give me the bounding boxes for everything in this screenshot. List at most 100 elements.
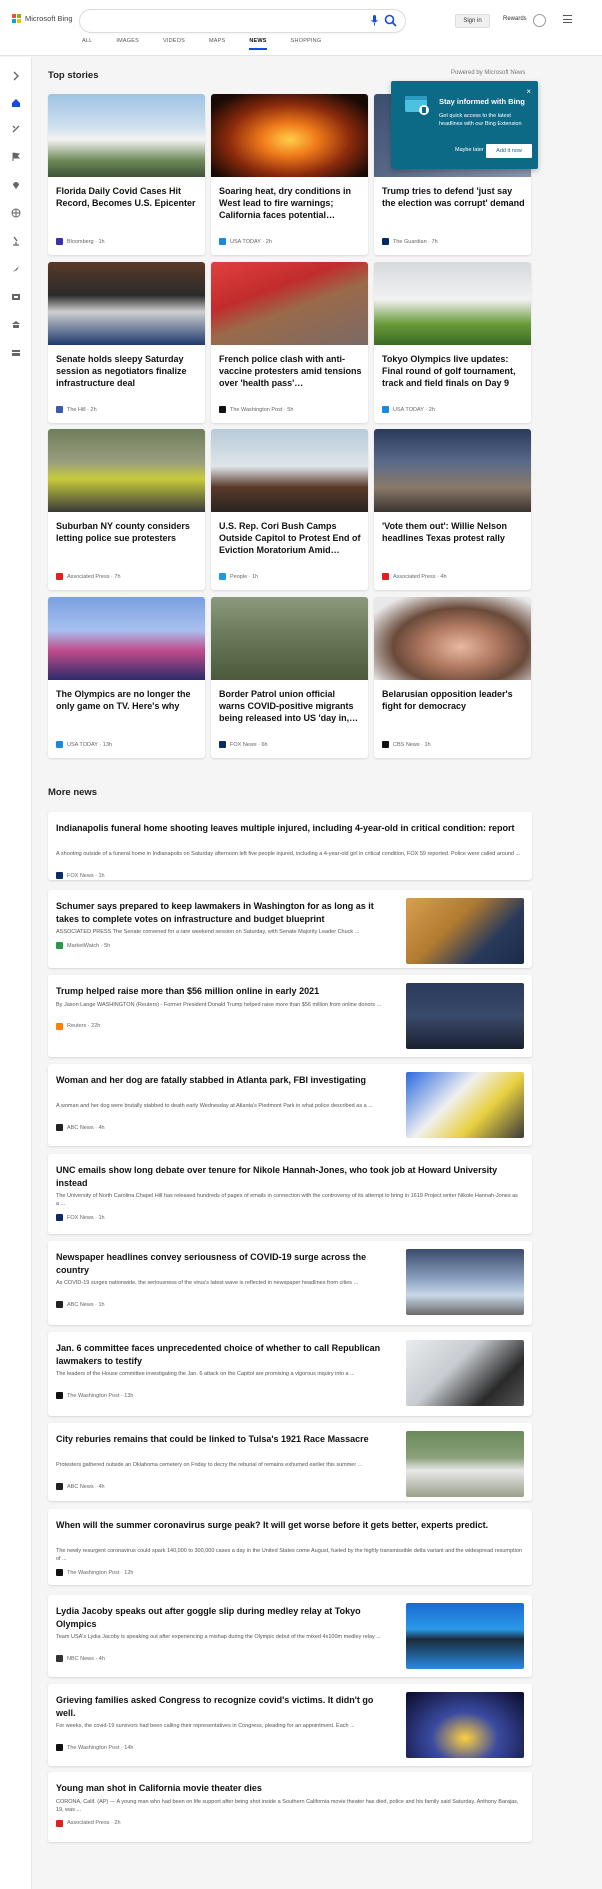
news-item[interactable]: Grieving families asked Congress to reco…	[48, 1684, 532, 1766]
news-item[interactable]: When will the summer coronavirus surge p…	[48, 1509, 532, 1585]
story-card[interactable]: Tokyo Olympics live updates: Final round…	[374, 262, 531, 423]
story-card[interactable]: The Olympics are no longer the only game…	[48, 597, 205, 758]
story-card[interactable]: Suburban NY county considers letting pol…	[48, 429, 205, 590]
news-item[interactable]: UNC emails show long debate over tenure …	[48, 1154, 532, 1234]
story-card[interactable]: Soaring heat, dry conditions in West lea…	[211, 94, 368, 255]
news-title[interactable]: Grieving families asked Congress to reco…	[56, 1694, 391, 1719]
news-item[interactable]: Young man shot in California movie theat…	[48, 1772, 532, 1842]
news-thumbnail[interactable]	[406, 1340, 524, 1406]
story-image[interactable]	[374, 429, 531, 512]
story-title[interactable]: Florida Daily Covid Cases Hit Record, Be…	[56, 185, 199, 209]
tab-shopping[interactable]: SHOPPING	[291, 38, 322, 50]
news-item[interactable]: Jan. 6 committee faces unprecedented cho…	[48, 1332, 532, 1416]
news-title[interactable]: Lydia Jacoby speaks out after goggle sli…	[56, 1605, 391, 1630]
news-thumbnail[interactable]	[406, 1249, 524, 1315]
tab-videos[interactable]: VIDEOS	[163, 38, 185, 50]
story-title[interactable]: Senate holds sleepy Saturday session as …	[56, 353, 199, 389]
source-name: People	[230, 573, 248, 580]
story-image[interactable]	[48, 597, 205, 680]
story-card[interactable]: Senate holds sleepy Saturday session as …	[48, 262, 205, 423]
chevron-right-icon[interactable]	[11, 71, 21, 81]
news-thumbnail[interactable]	[406, 1692, 524, 1758]
microphone-icon[interactable]	[371, 15, 378, 26]
story-title[interactable]: Belarusian opposition leader's fight for…	[382, 688, 525, 712]
home-icon[interactable]	[11, 98, 21, 108]
flag-icon[interactable]	[11, 152, 21, 162]
news-item[interactable]: Trump helped raise more than $56 million…	[48, 975, 532, 1057]
globe-icon[interactable]	[11, 208, 21, 218]
story-card[interactable]: U.S. Rep. Cori Bush Camps Outside Capito…	[211, 429, 368, 590]
story-image[interactable]	[211, 429, 368, 512]
hamburger-menu-icon[interactable]	[563, 15, 572, 26]
story-title[interactable]: 'Vote them out': Willie Nelson headlines…	[382, 520, 525, 544]
close-icon[interactable]: ×	[526, 87, 531, 96]
story-title[interactable]: The Olympics are no longer the only game…	[56, 688, 199, 712]
story-title[interactable]: Soaring heat, dry conditions in West lea…	[219, 185, 362, 221]
tab-images[interactable]: IMAGES	[116, 38, 139, 50]
news-thumbnail[interactable]	[406, 983, 524, 1049]
story-image[interactable]	[48, 94, 205, 177]
news-thumbnail[interactable]	[406, 1431, 524, 1497]
maybe-later-button[interactable]: Maybe later	[455, 147, 484, 153]
news-title[interactable]: Trump helped raise more than $56 million…	[56, 985, 391, 998]
story-image[interactable]	[211, 94, 368, 177]
bing-logo[interactable]: Microsoft Bing	[12, 14, 73, 23]
story-title[interactable]: Trump tries to defend 'just say the elec…	[382, 185, 525, 209]
story-card[interactable]: French police clash with anti-vaccine pr…	[211, 262, 368, 423]
story-card[interactable]: Belarusian opposition leader's fight for…	[374, 597, 531, 758]
news-title[interactable]: Indianapolis funeral home shooting leave…	[56, 822, 522, 835]
sign-in-button[interactable]: Sign in	[455, 14, 490, 28]
story-image[interactable]	[48, 262, 205, 345]
news-title[interactable]: UNC emails show long debate over tenure …	[56, 1164, 522, 1189]
story-image[interactable]	[211, 262, 368, 345]
film-icon[interactable]	[11, 292, 21, 302]
news-item[interactable]: Newspaper headlines convey seriousness o…	[48, 1241, 532, 1325]
news-thumbnail[interactable]	[406, 1072, 524, 1138]
tab-all[interactable]: ALL	[82, 38, 92, 50]
news-title[interactable]: Newspaper headlines convey seriousness o…	[56, 1251, 391, 1276]
tools-icon[interactable]	[11, 124, 21, 134]
source-name: USA TODAY	[67, 741, 98, 748]
bank-icon[interactable]	[11, 320, 21, 330]
news-item[interactable]: Woman and her dog are fatally stabbed in…	[48, 1064, 532, 1146]
news-item[interactable]: City reburies remains that could be link…	[48, 1423, 532, 1501]
popup-body: Get quick access to the latest headlines…	[439, 113, 522, 127]
search-icon[interactable]	[384, 14, 397, 27]
news-title[interactable]: City reburies remains that could be link…	[56, 1433, 391, 1446]
search-input[interactable]	[80, 10, 405, 32]
location-icon[interactable]	[11, 180, 21, 190]
story-image[interactable]	[48, 429, 205, 512]
tab-news[interactable]: NEWS	[249, 38, 267, 50]
story-card[interactable]: 'Vote them out': Willie Nelson headlines…	[374, 429, 531, 590]
story-title[interactable]: French police clash with anti-vaccine pr…	[219, 353, 362, 389]
source-logo-icon	[382, 741, 389, 748]
story-card[interactable]: Florida Daily Covid Cases Hit Record, Be…	[48, 94, 205, 255]
news-title[interactable]: Jan. 6 committee faces unprecedented cho…	[56, 1342, 391, 1367]
tab-maps[interactable]: MAPS	[209, 38, 225, 50]
rocket-icon[interactable]	[11, 264, 21, 274]
news-item[interactable]: Indianapolis funeral home shooting leave…	[48, 812, 532, 880]
news-title[interactable]: Schumer says prepared to keep lawmakers …	[56, 900, 391, 925]
card-icon[interactable]	[11, 348, 21, 358]
news-item[interactable]: Lydia Jacoby speaks out after goggle sli…	[48, 1595, 532, 1677]
news-thumbnail[interactable]	[406, 1603, 524, 1669]
news-title[interactable]: When will the summer coronavirus surge p…	[56, 1519, 522, 1532]
source-name: NBC News	[67, 1655, 94, 1662]
add-it-now-button[interactable]: Add it now	[486, 144, 532, 158]
story-title[interactable]: U.S. Rep. Cori Bush Camps Outside Capito…	[219, 520, 362, 556]
news-title[interactable]: Young man shot in California movie theat…	[56, 1782, 522, 1795]
story-image[interactable]	[374, 597, 531, 680]
story-title[interactable]: Tokyo Olympics live updates: Final round…	[382, 353, 525, 389]
news-thumbnail[interactable]	[406, 898, 524, 964]
story-title[interactable]: Border Patrol union official warns COVID…	[219, 688, 362, 724]
story-title[interactable]: Suburban NY county considers letting pol…	[56, 520, 199, 544]
story-card[interactable]: Border Patrol union official warns COVID…	[211, 597, 368, 758]
news-item[interactable]: Schumer says prepared to keep lawmakers …	[48, 890, 532, 968]
story-time: 13h	[102, 741, 112, 748]
rewards-trophy-icon[interactable]	[533, 14, 546, 27]
news-title[interactable]: Woman and her dog are fatally stabbed in…	[56, 1074, 391, 1087]
story-image[interactable]	[211, 597, 368, 680]
microscope-icon[interactable]	[11, 236, 21, 246]
story-image[interactable]	[374, 262, 531, 345]
rewards-link[interactable]: Rewards	[503, 16, 527, 22]
